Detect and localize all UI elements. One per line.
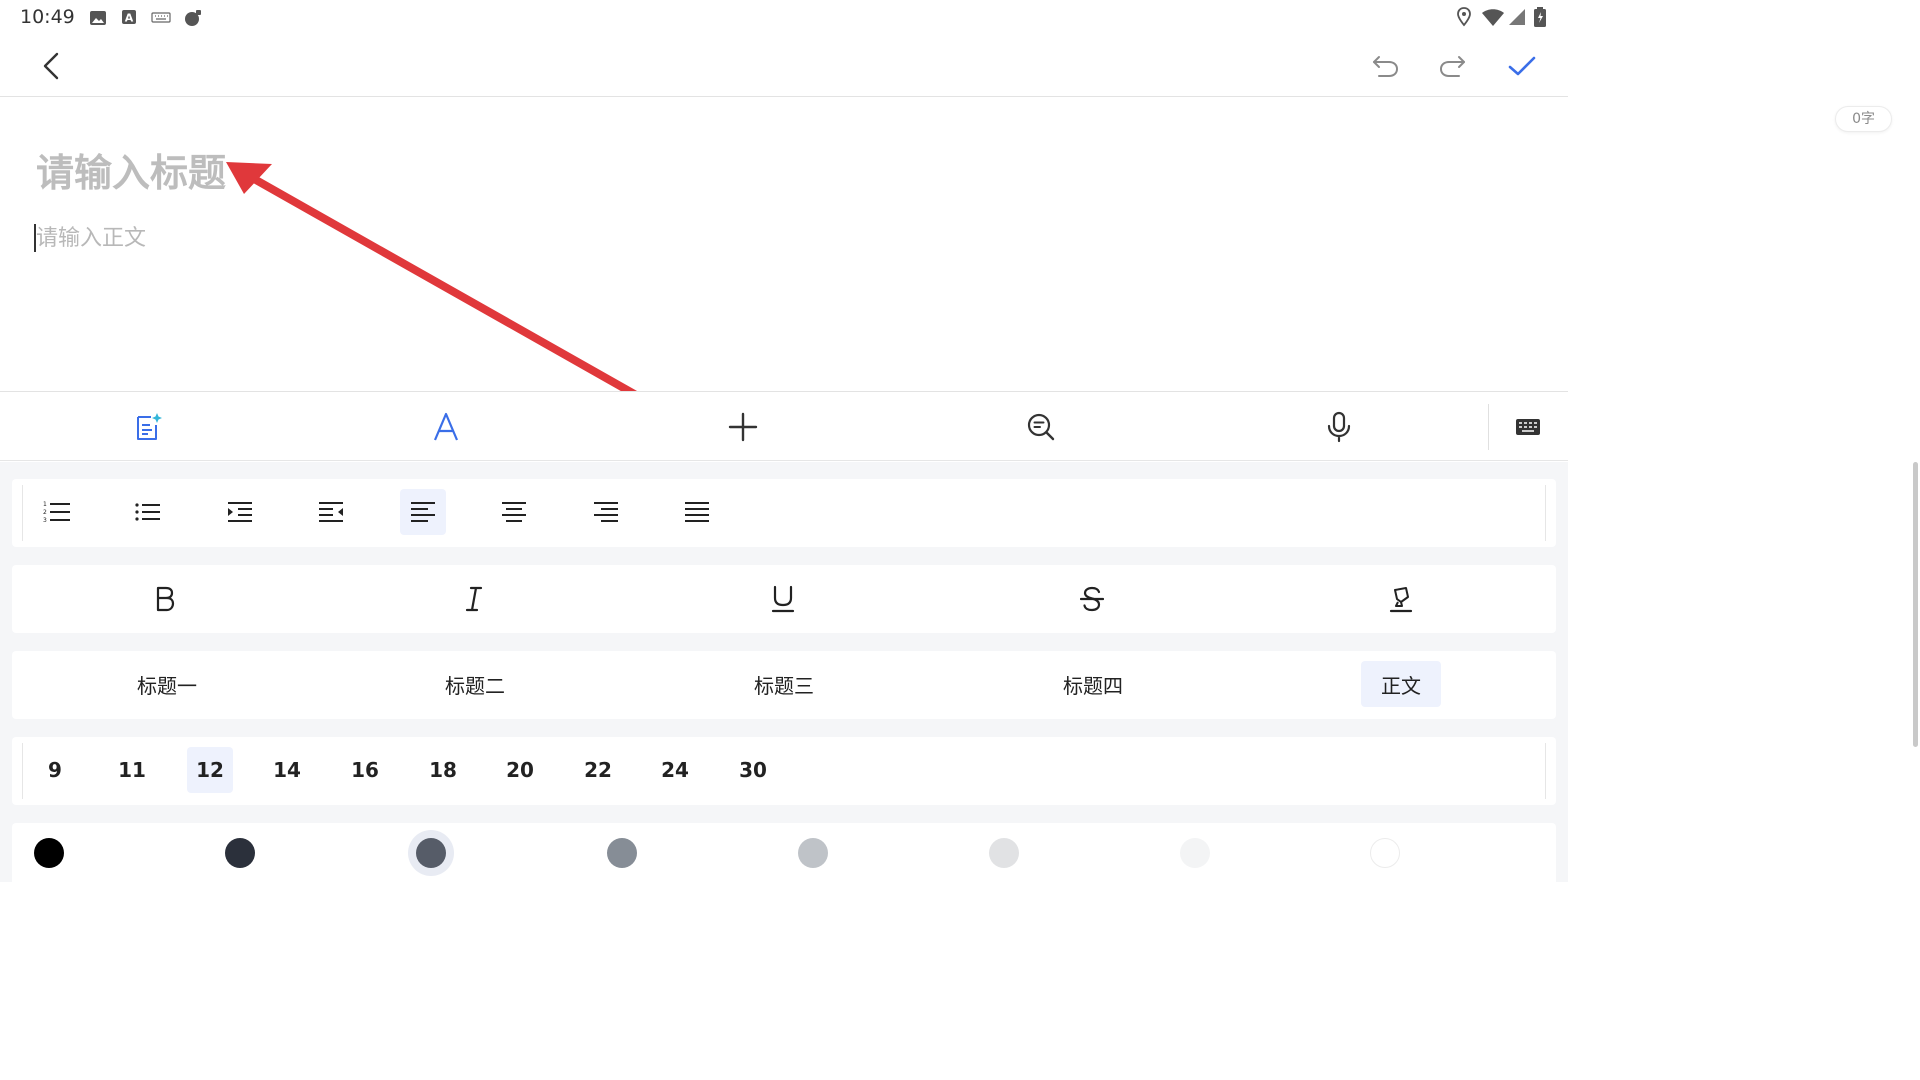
font-size-row: 9 11 12 14 16 18 20 22 24 30 xyxy=(12,737,1556,805)
color-swatch-near-white[interactable] xyxy=(1180,838,1210,868)
redo-button[interactable] xyxy=(1429,42,1477,90)
strikethrough-icon xyxy=(1080,586,1104,612)
highlight-icon xyxy=(1389,587,1413,613)
font-size-option[interactable]: 14 xyxy=(264,747,310,793)
ordered-list-icon: 1 2 3 xyxy=(43,501,70,524)
body-input[interactable] xyxy=(36,220,836,256)
search-button[interactable] xyxy=(1019,405,1063,449)
highlight-button[interactable] xyxy=(1379,577,1423,621)
svg-text:A: A xyxy=(125,12,134,25)
signal-icon xyxy=(1509,9,1525,25)
heading-4-option[interactable]: 标题四 xyxy=(1048,661,1138,707)
italic-icon xyxy=(465,586,483,612)
microphone-icon xyxy=(1327,411,1351,443)
confirm-button[interactable] xyxy=(1498,42,1546,90)
keyboard-icon xyxy=(151,12,171,23)
title-input[interactable] xyxy=(36,146,836,200)
chevron-left-icon xyxy=(43,52,59,80)
heading-style-row: 标题一 标题二 标题三 标题四 正文 xyxy=(12,651,1556,719)
body-text-option[interactable]: 正文 xyxy=(1361,661,1441,707)
text-style-row xyxy=(12,565,1556,633)
keyboard-icon xyxy=(1516,419,1540,435)
battery-icon xyxy=(1534,7,1546,27)
color-swatch-light-gray[interactable] xyxy=(798,838,828,868)
font-size-option[interactable]: 9 xyxy=(32,747,78,793)
align-left-icon xyxy=(411,502,435,522)
ordered-list-button[interactable]: 1 2 3 xyxy=(34,489,80,535)
heading-1-option[interactable]: 标题一 xyxy=(122,661,212,707)
italic-button[interactable] xyxy=(452,577,496,621)
ai-note-icon xyxy=(137,413,162,440)
svg-text:1: 1 xyxy=(43,501,47,508)
bullet-list-button[interactable] xyxy=(125,489,171,535)
microphone-button[interactable] xyxy=(1317,405,1361,449)
bug-icon xyxy=(185,10,201,26)
ai-note-button[interactable] xyxy=(126,405,170,449)
redo-icon xyxy=(1439,56,1465,77)
svg-text:3: 3 xyxy=(43,517,47,524)
align-right-icon xyxy=(594,502,618,522)
heading-3-option[interactable]: 标题三 xyxy=(739,661,829,707)
undo-button[interactable] xyxy=(1361,42,1409,90)
color-swatch-dark-gray[interactable] xyxy=(225,838,255,868)
outdent-icon xyxy=(319,502,343,522)
back-button[interactable] xyxy=(28,42,76,90)
font-size-option[interactable]: 16 xyxy=(342,747,388,793)
panel-scrollbar[interactable] xyxy=(1913,462,1918,747)
align-center-button[interactable] xyxy=(491,489,537,535)
add-icon xyxy=(728,412,758,442)
text-format-icon xyxy=(433,412,459,441)
indent-icon xyxy=(228,502,252,522)
font-size-option[interactable]: 30 xyxy=(730,747,776,793)
font-size-option-selected[interactable]: 12 xyxy=(187,747,233,793)
word-count-badge: 0字 xyxy=(1835,106,1892,132)
paragraph-tools-row: 1 2 3 xyxy=(12,479,1556,547)
color-swatch-gray-selected[interactable] xyxy=(416,838,446,868)
color-swatch-lighter-gray[interactable] xyxy=(989,838,1019,868)
text-format-button[interactable] xyxy=(424,405,468,449)
align-left-button[interactable] xyxy=(400,489,446,535)
font-size-option[interactable]: 24 xyxy=(652,747,698,793)
undo-icon xyxy=(1373,56,1399,77)
font-a-icon: A xyxy=(122,10,136,25)
underline-icon xyxy=(771,585,795,613)
align-right-button[interactable] xyxy=(583,489,629,535)
bold-icon xyxy=(156,586,175,612)
color-swatch-white[interactable] xyxy=(1370,838,1400,868)
keyboard-button[interactable] xyxy=(1506,405,1550,449)
location-icon xyxy=(1457,7,1471,27)
search-icon xyxy=(1027,413,1055,441)
color-swatch-black[interactable] xyxy=(34,838,64,868)
image-icon xyxy=(90,11,106,25)
outdent-button[interactable] xyxy=(308,489,354,535)
align-center-icon xyxy=(502,502,526,522)
editor-toolbar xyxy=(0,391,1568,461)
underline-button[interactable] xyxy=(761,577,805,621)
add-button[interactable] xyxy=(721,405,765,449)
heading-2-option[interactable]: 标题二 xyxy=(430,661,520,707)
align-justify-icon xyxy=(685,502,709,522)
indent-button[interactable] xyxy=(217,489,263,535)
color-swatch-medium-gray[interactable] xyxy=(607,838,637,868)
status-time: 10:49 xyxy=(20,6,75,28)
wifi-icon xyxy=(1482,9,1504,26)
editor-header xyxy=(0,36,1568,97)
bullet-list-icon xyxy=(135,503,160,521)
align-justify-button[interactable] xyxy=(674,489,720,535)
check-icon xyxy=(1508,56,1536,76)
font-size-option[interactable]: 11 xyxy=(109,747,155,793)
toolbar-divider xyxy=(1488,404,1489,450)
bold-button[interactable] xyxy=(143,577,187,621)
strikethrough-button[interactable] xyxy=(1070,577,1114,621)
font-size-option[interactable]: 20 xyxy=(497,747,543,793)
font-size-option[interactable]: 22 xyxy=(575,747,621,793)
svg-text:2: 2 xyxy=(43,509,47,516)
status-bar: 10:49 A xyxy=(0,0,1568,36)
font-size-option[interactable]: 18 xyxy=(420,747,466,793)
